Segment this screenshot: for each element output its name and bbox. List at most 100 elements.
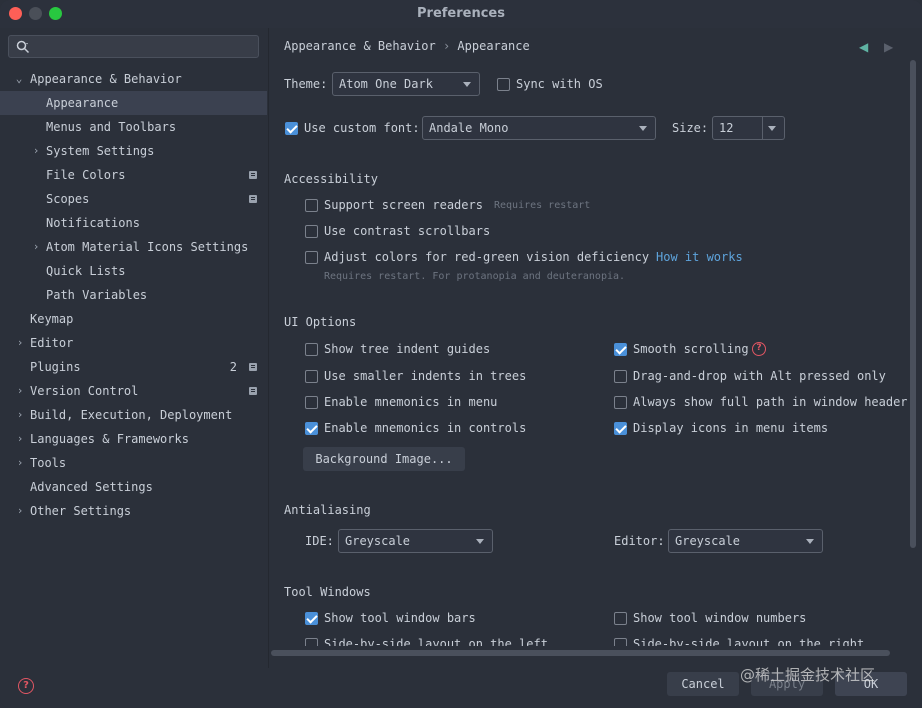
display-icons-checkbox[interactable] [614, 422, 627, 435]
window-title: Preferences [417, 6, 505, 21]
use-custom-font-checkbox[interactable] [285, 122, 298, 135]
chevron-right-icon: › [16, 432, 24, 445]
sidebar-item-other-settings[interactable]: › Other Settings [0, 499, 267, 523]
vertical-scrollbar[interactable] [910, 60, 916, 548]
font-value: Andale Mono [429, 121, 509, 135]
chevron-right-icon: › [32, 240, 40, 253]
ui-options-heading: UI Options [284, 315, 357, 329]
project-settings-icon [249, 387, 257, 395]
sidebar-item-appearance-behavior[interactable]: ⌄ Appearance & Behavior [0, 67, 267, 91]
watermark: @稀土掘金技术社区 [740, 666, 876, 684]
breadcrumb-parent[interactable]: Appearance & Behavior [284, 39, 436, 53]
side-by-side-right-checkbox[interactable] [614, 638, 627, 646]
sidebar-item-system-settings[interactable]: › System Settings [0, 139, 267, 163]
mnemonics-controls-checkbox[interactable] [305, 422, 318, 435]
sidebar-item-scopes[interactable]: Scopes [0, 187, 267, 211]
settings-content: Appearance & Behavior › Appearance ◀︎ ▶︎… [269, 28, 922, 708]
sidebar-item-label: File Colors [46, 168, 126, 182]
sidebar-item-label: Version Control [30, 384, 139, 398]
theme-label: Theme: [284, 77, 328, 91]
accessibility-heading: Accessibility [284, 172, 378, 186]
chevron-right-icon: › [16, 504, 24, 517]
how-it-works-link[interactable]: How it works [656, 250, 743, 264]
show-tool-window-bars-label: Show tool window bars [324, 611, 476, 625]
clipped-row: Side-by-side layout on the left Side-by-… [269, 632, 909, 646]
help-icon[interactable]: ? [18, 678, 34, 694]
smaller-indents-label: Use smaller indents in trees [324, 369, 527, 383]
sidebar-item-label: Build, Execution, Deployment [30, 408, 233, 422]
ide-antialiasing-value: Greyscale [345, 534, 411, 548]
smaller-indents-checkbox[interactable] [305, 370, 318, 383]
sync-with-os-label: Sync with OS [516, 77, 603, 91]
font-dropdown[interactable]: Andale Mono [422, 116, 656, 140]
adjust-colors-hint: Requires restart. For protanopia and deu… [324, 271, 626, 282]
chevron-down-icon: ⌄ [15, 72, 23, 85]
preferences-window: Preferences ⌄ Appearance & Behavior Appe… [0, 0, 922, 708]
sidebar-item-appearance[interactable]: Appearance [0, 91, 267, 115]
screen-readers-checkbox[interactable] [305, 199, 318, 212]
tool-windows-heading: Tool Windows [284, 585, 371, 599]
theme-dropdown[interactable]: Atom One Dark [332, 72, 480, 96]
ide-antialiasing-dropdown[interactable]: Greyscale [338, 529, 493, 553]
editor-antialiasing-dropdown[interactable]: Greyscale [668, 529, 823, 553]
smooth-scrolling-checkbox[interactable] [614, 343, 627, 356]
dropdown-arrow-icon [768, 126, 776, 131]
tree-indent-guides-checkbox[interactable] [305, 343, 318, 356]
forward-arrow-icon[interactable]: ▶︎ [884, 40, 893, 54]
font-size-combo[interactable]: 12 [712, 116, 785, 140]
side-by-side-left-label: Side-by-side layout on the left [324, 637, 548, 646]
smooth-scrolling-label: Smooth scrolling [633, 342, 749, 356]
show-tool-window-numbers-label: Show tool window numbers [633, 611, 807, 625]
contrast-scrollbars-checkbox[interactable] [305, 225, 318, 238]
adjust-colors-checkbox[interactable] [305, 251, 318, 264]
back-arrow-icon[interactable]: ◀︎ [859, 40, 868, 54]
sidebar-item-label: Keymap [30, 312, 74, 326]
side-by-side-left-checkbox[interactable] [305, 638, 318, 646]
horizontal-scrollbar[interactable] [271, 650, 890, 656]
show-tool-window-numbers-checkbox[interactable] [614, 612, 627, 625]
sidebar-item-atom-material-icons[interactable]: › Atom Material Icons Settings [0, 235, 267, 259]
show-tool-window-bars-checkbox[interactable] [305, 612, 318, 625]
background-image-button[interactable]: Background Image... [303, 447, 465, 471]
full-path-label: Always show full path in window header [633, 395, 908, 409]
sidebar-item-quick-lists[interactable]: Quick Lists [0, 259, 267, 283]
sidebar-item-version-control[interactable]: › Version Control [0, 379, 267, 403]
breadcrumb-separator: › [442, 39, 451, 53]
sidebar-item-tools[interactable]: › Tools [0, 451, 267, 475]
sidebar-item-label: Menus and Toolbars [46, 120, 177, 134]
sidebar-item-menus-toolbars[interactable]: Menus and Toolbars [0, 115, 267, 139]
dropdown-arrow-icon [476, 539, 484, 544]
sidebar-item-keymap[interactable]: Keymap [0, 307, 267, 331]
breadcrumb: Appearance & Behavior › Appearance [284, 39, 530, 53]
mnemonics-menu-checkbox[interactable] [305, 396, 318, 409]
sidebar-item-path-variables[interactable]: Path Variables [0, 283, 267, 307]
sidebar-item-label: Plugins [30, 360, 81, 374]
full-path-checkbox[interactable] [614, 396, 627, 409]
sidebar-item-plugins[interactable]: Plugins 2 [0, 355, 267, 379]
antialiasing-heading: Antialiasing [284, 503, 371, 517]
sidebar-item-editor[interactable]: › Editor [0, 331, 267, 355]
cancel-button[interactable]: Cancel [667, 672, 739, 696]
dropdown-arrow-icon [639, 126, 647, 131]
tree-indent-guides-label: Show tree indent guides [324, 342, 491, 356]
screen-readers-label: Support screen readers [324, 198, 483, 212]
project-settings-icon [249, 363, 257, 371]
font-size-label: Size: [672, 121, 709, 135]
sidebar-item-languages-frameworks[interactable]: › Languages & Frameworks [0, 427, 267, 451]
sidebar-item-build-execution[interactable]: › Build, Execution, Deployment [0, 403, 267, 427]
drag-drop-alt-checkbox[interactable] [614, 370, 627, 383]
sidebar-item-label: Languages & Frameworks [30, 432, 189, 446]
sidebar-item-file-colors[interactable]: File Colors [0, 163, 267, 187]
sidebar-item-label: Path Variables [46, 288, 148, 302]
sidebar-item-label: Editor [30, 336, 74, 350]
settings-search-input[interactable] [8, 35, 259, 58]
sync-with-os-checkbox[interactable] [497, 78, 510, 91]
project-settings-icon [249, 195, 257, 203]
sidebar-item-advanced-settings[interactable]: Advanced Settings [0, 475, 267, 499]
sidebar-item-notifications[interactable]: Notifications [0, 211, 267, 235]
sidebar-item-label: Tools [30, 456, 67, 470]
chevron-right-icon: › [16, 408, 24, 421]
font-size-value: 12 [719, 121, 734, 135]
help-icon[interactable]: ? [752, 342, 766, 356]
sidebar-item-label: Scopes [46, 192, 90, 206]
